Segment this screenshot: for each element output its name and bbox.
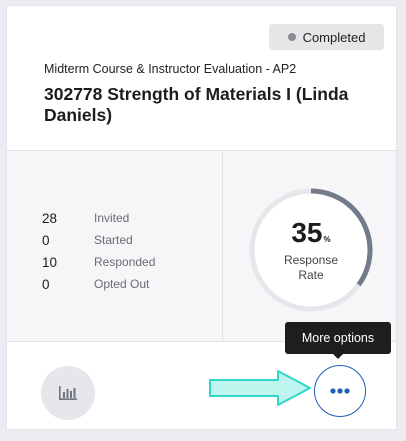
view-report-button[interactable] [41, 366, 95, 420]
stat-label: Started [94, 233, 133, 247]
tooltip-arrow [332, 353, 344, 359]
status-label: Completed [302, 29, 366, 45]
response-rate-label-line1: Response [283, 253, 339, 267]
stat-value: 28 [42, 210, 58, 226]
response-rate-number: 35 [291, 217, 323, 248]
stat-value: 0 [42, 276, 50, 292]
stat-row-invited: 28 Invited [42, 208, 129, 228]
stat-label: Invited [94, 211, 130, 225]
more-options-button[interactable] [314, 365, 366, 417]
stat-row-started: 0 Started [42, 230, 133, 250]
evaluation-card: Completed Midterm Course & Instructor Ev… [6, 5, 397, 430]
response-rate-gauge: 35% Response Rate [246, 185, 376, 315]
response-rate-label: Response Rate [246, 253, 376, 283]
more-options-tooltip: More options [285, 322, 391, 354]
evaluation-name: Midterm Course & Instructor Evaluation -… [44, 62, 297, 76]
status-badge: Completed [269, 24, 384, 50]
stat-label: Responded [94, 255, 156, 269]
response-rate-label-line2: Rate [298, 268, 324, 282]
stat-row-responded: 10 Responded [42, 252, 155, 272]
course-title[interactable]: 302778 Strength of Materials I (Linda Da… [44, 84, 364, 126]
gauge-text: 35% Response Rate [246, 185, 376, 315]
response-rate-unit: % [323, 235, 331, 244]
stat-label: Opted Out [94, 277, 150, 291]
card-header: Completed Midterm Course & Instructor Ev… [7, 6, 396, 150]
stats-divider [222, 151, 223, 341]
arrow-right-icon [209, 370, 311, 406]
stat-value: 0 [42, 232, 50, 248]
response-rate-value: 35% [246, 217, 376, 249]
stat-row-opted-out: 0 Opted Out [42, 274, 149, 294]
bar-chart-icon [59, 386, 77, 400]
stat-value: 10 [42, 254, 58, 270]
stats-panel: 28 Invited 0 Started 10 Responded 0 Opte… [7, 150, 396, 342]
ellipsis-icon [330, 388, 350, 394]
status-dot-icon [287, 33, 296, 41]
